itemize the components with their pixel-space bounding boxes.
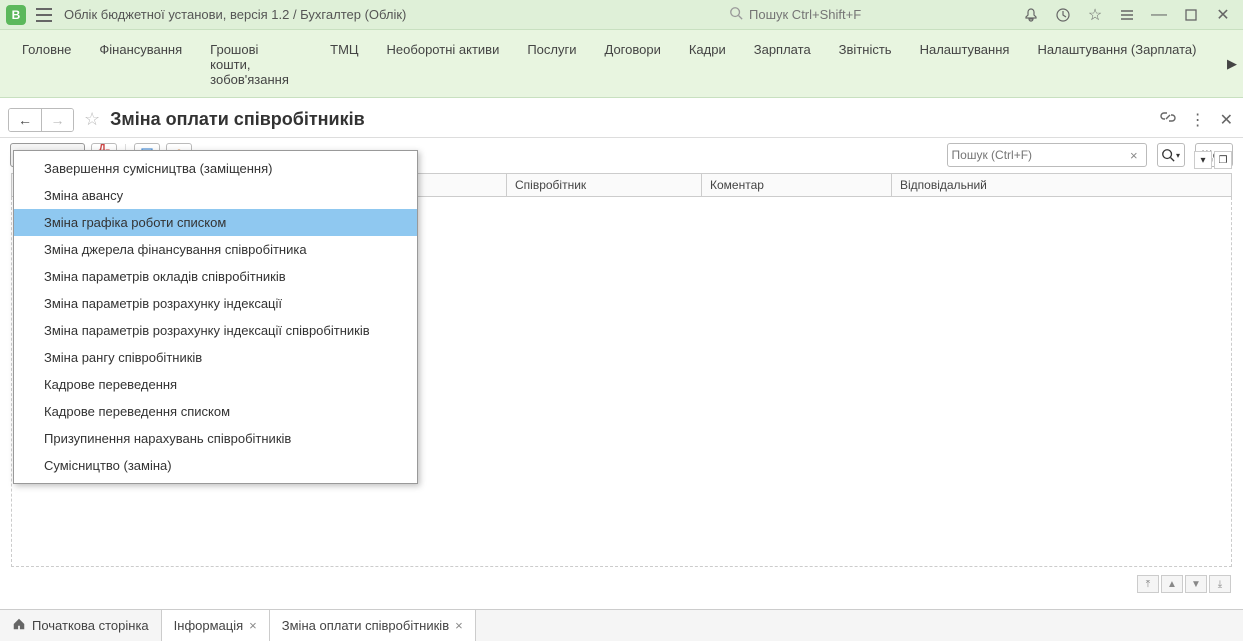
dropdown-item[interactable]: Призупинення нарахувань співробітників (14, 425, 417, 452)
nav-forward-button[interactable]: → (41, 109, 73, 131)
menu-zvitnist[interactable]: Звітність (825, 30, 906, 67)
page-header: ← → ☆ Зміна оплати співробітників ⋮ ✕ (0, 102, 1243, 138)
scroll-bottom-icon[interactable]: ⤓ (1209, 575, 1231, 593)
menu-finansuvannia[interactable]: Фінансування (85, 30, 196, 67)
list-search-input[interactable] (952, 148, 1126, 162)
menu-zarplata[interactable]: Зарплата (740, 30, 825, 67)
menu-kadry[interactable]: Кадри (675, 30, 740, 67)
menu-dohovory[interactable]: Договори (591, 30, 675, 67)
app-logo-icon: B (6, 5, 26, 25)
col-komentar[interactable]: Коментар (702, 174, 892, 197)
scroll-top-icon[interactable]: ⤒ (1137, 575, 1159, 593)
maximize-icon[interactable] (1177, 1, 1205, 29)
dropdown-item[interactable]: Зміна рангу співробітників (14, 344, 417, 371)
search-icon (729, 6, 743, 23)
scroll-buttons: ⤒ ▲ ▼ ⤓ (1137, 575, 1231, 593)
bottom-tabs: Початкова сторінка Інформація×Зміна опла… (0, 609, 1243, 641)
dropdown-item[interactable]: Зміна графіка роботи списком (14, 209, 417, 236)
menu-tmts[interactable]: ТМЦ (316, 30, 372, 67)
table-popout-icon[interactable]: ❐ (1214, 151, 1232, 169)
bell-icon[interactable] (1017, 1, 1045, 29)
table-dropdown-icon[interactable]: ▾ (1194, 151, 1212, 169)
home-icon (12, 617, 26, 634)
close-icon[interactable]: ✕ (1209, 1, 1237, 29)
dropdown-item[interactable]: Зміна джерела фінансування співробітника (14, 236, 417, 263)
app-title: Облік бюджетної установи, версія 1.2 / Б… (64, 7, 406, 22)
menu-hroshovi[interactable]: Грошові кошти, зобов'язання (196, 30, 316, 97)
history-icon[interactable] (1049, 1, 1077, 29)
global-search[interactable] (725, 6, 1005, 23)
dropdown-item[interactable]: Кадрове переведення (14, 371, 417, 398)
tab-home-label: Початкова сторінка (32, 618, 149, 633)
create-dropdown: Завершення сумісництва (заміщення)Зміна … (13, 150, 418, 484)
menu-nalashtuvannia[interactable]: Налаштування (906, 30, 1024, 67)
col-spivrobitnyk[interactable]: Співробітник (507, 174, 702, 197)
titlebar: B Облік бюджетної установи, версія 1.2 /… (0, 0, 1243, 30)
menu-lines-icon[interactable] (1113, 1, 1141, 29)
tab-label: Інформація (174, 618, 244, 633)
tab-item[interactable]: Зміна оплати співробітників × (270, 610, 476, 641)
menu-neoborotni[interactable]: Необоротні активи (373, 30, 514, 67)
menu-holovne[interactable]: Головне (8, 30, 85, 67)
favorite-star-icon[interactable]: ☆ (84, 109, 100, 130)
system-icons: ☆ — ✕ (1017, 1, 1237, 29)
page-close-icon[interactable]: ✕ (1220, 110, 1233, 130)
dropdown-item[interactable]: Зміна авансу (14, 182, 417, 209)
tab-close-icon[interactable]: × (249, 618, 257, 633)
nav-buttons: ← → (8, 108, 74, 132)
tab-close-icon[interactable]: × (455, 618, 463, 633)
tab-home[interactable]: Початкова сторінка (0, 610, 162, 641)
list-search[interactable]: × (947, 143, 1147, 167)
tab-label: Зміна оплати співробітників (282, 618, 449, 633)
dropdown-item[interactable]: Сумісництво (заміна) (14, 452, 417, 479)
dropdown-item[interactable]: Зміна параметрів окладів співробітників (14, 263, 417, 290)
dropdown-item[interactable]: Кадрове переведення списком (14, 398, 417, 425)
scroll-up-icon[interactable]: ▲ (1161, 575, 1183, 593)
col-vidpovidalnyi[interactable]: Відповідальний (892, 174, 1232, 197)
dropdown-item[interactable]: Зміна параметрів розрахунку індексації (14, 290, 417, 317)
tab-item[interactable]: Інформація × (162, 610, 270, 641)
star-icon[interactable]: ☆ (1081, 1, 1109, 29)
search-go-button[interactable]: ▾ (1157, 143, 1185, 167)
hamburger-icon[interactable] (36, 8, 52, 22)
menu-posluhy[interactable]: Послуги (513, 30, 590, 67)
global-search-input[interactable] (749, 7, 1001, 22)
menu-nalashtuvannia-zarplata[interactable]: Налаштування (Зарплата) (1023, 30, 1210, 67)
main-menu: Головне Фінансування Грошові кошти, зобо… (0, 30, 1243, 98)
dropdown-item[interactable]: Зміна параметрів розрахунку індексації с… (14, 317, 417, 344)
nav-back-button[interactable]: ← (9, 109, 41, 131)
dropdown-item[interactable]: Завершення сумісництва (заміщення) (14, 155, 417, 182)
search-clear-icon[interactable]: × (1126, 148, 1142, 163)
kebab-icon[interactable]: ⋮ (1190, 110, 1206, 130)
scroll-down-icon[interactable]: ▼ (1185, 575, 1207, 593)
page-title: Зміна оплати співробітників (110, 109, 365, 130)
minimize-icon[interactable]: — (1145, 1, 1173, 29)
link-icon[interactable] (1160, 109, 1176, 130)
menu-overflow-icon[interactable]: ▶ (1227, 56, 1237, 72)
